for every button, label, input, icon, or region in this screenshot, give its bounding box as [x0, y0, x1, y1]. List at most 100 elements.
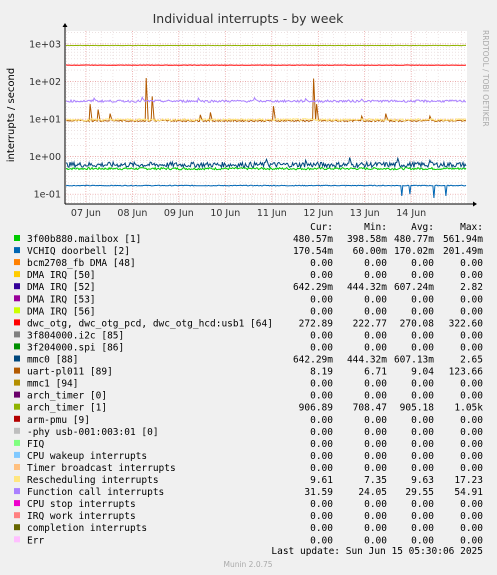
- legend-swatch: [14, 524, 20, 531]
- legend-swatch: [14, 536, 20, 543]
- legend-value: 480.77m: [394, 234, 434, 245]
- x-tick-label: 13 Jun: [350, 208, 380, 219]
- legend-value: 0.00: [310, 306, 333, 317]
- legend-swatch: [14, 367, 20, 374]
- legend-value: 0.00: [460, 523, 483, 534]
- legend-value: 0.00: [310, 391, 333, 402]
- legend-series-name: FIQ: [27, 439, 44, 450]
- legend-value: 906.89: [299, 403, 334, 414]
- legend-value: 0.00: [310, 535, 333, 546]
- legend-value: 0.00: [411, 499, 434, 510]
- x-tick-label: 08 Jun: [117, 208, 147, 219]
- legend-value: 0.00: [460, 342, 483, 353]
- legend-column-header: Avg:: [411, 222, 434, 233]
- legend-value: 0.00: [310, 330, 333, 341]
- legend-value: 60.00m: [353, 246, 388, 257]
- legend-value: 0.00: [411, 294, 434, 305]
- legend-swatch: [14, 259, 20, 266]
- legend-value: 0.00: [364, 306, 387, 317]
- last-update: Last update: Sun Jun 15 05:30:06 2025: [271, 546, 483, 557]
- legend-series-name: 3f804000.i2c [85]: [27, 330, 124, 341]
- legend-value: 480.57m: [293, 234, 333, 245]
- legend-series-name: arch_timer [1]: [27, 403, 107, 414]
- legend-series-name: Function call interrupts: [27, 487, 164, 498]
- legend-value: 0.00: [310, 415, 333, 426]
- legend-value: 0.00: [411, 439, 434, 450]
- legend-value: 0.00: [460, 270, 483, 281]
- legend-value: 444.32m: [347, 355, 387, 366]
- legend-value: 398.58m: [347, 234, 387, 245]
- legend-series-name: uart-pl011 [89]: [27, 367, 113, 378]
- legend-series-name: 3f00b880.mailbox [1]: [27, 234, 141, 245]
- legend-value: 0.00: [411, 306, 434, 317]
- legend-value: 0.00: [310, 379, 333, 390]
- y-tick-label: 1e+03: [29, 39, 61, 50]
- legend-value: 0.00: [460, 294, 483, 305]
- legend-value: 0.00: [364, 499, 387, 510]
- legend-value: 0.00: [460, 415, 483, 426]
- chart: Individual interrupts - by week RRDTOOL …: [6, 11, 490, 569]
- legend-value: 607.24m: [394, 282, 434, 293]
- legend-value: 1.05k: [454, 403, 483, 414]
- legend-series-name: 3f204000.spi [86]: [27, 342, 124, 353]
- legend-value: 0.00: [460, 535, 483, 546]
- legend-value: 444.32m: [347, 282, 387, 293]
- legend-value: 0.00: [460, 379, 483, 390]
- legend-value: 0.00: [310, 499, 333, 510]
- legend-swatch: [14, 451, 20, 458]
- y-axis-arrow: [62, 23, 68, 27]
- legend-value: 0.00: [411, 342, 434, 353]
- legend-value: 561.94m: [443, 234, 483, 245]
- legend-value: 0.00: [460, 499, 483, 510]
- legend-value: 0.00: [460, 427, 483, 438]
- legend-series-name: completion interrupts: [27, 523, 147, 534]
- legend-value: 0.00: [460, 463, 483, 474]
- legend-value: 0.00: [411, 463, 434, 474]
- legend-column-header: Max:: [460, 222, 483, 233]
- plot-area: [65, 31, 467, 204]
- legend-series-name: DMA IRQ [53]: [27, 294, 96, 305]
- legend-series-name: arch_timer [0]: [27, 391, 107, 402]
- legend-value: 708.47: [353, 403, 387, 414]
- legend-series-name: DMA IRQ [56]: [27, 306, 96, 317]
- munin-version: Munin 2.0.75: [223, 560, 272, 569]
- legend-swatch: [14, 427, 20, 434]
- legend-value: 8.19: [310, 367, 333, 378]
- legend-value: 0.00: [364, 330, 387, 341]
- legend-value: 6.71: [364, 367, 387, 378]
- legend-swatch: [14, 319, 20, 326]
- legend-value: 201.49m: [443, 246, 483, 257]
- legend-value: 0.00: [411, 379, 434, 390]
- legend-value: 0.00: [460, 258, 483, 269]
- x-tick-label: 12 Jun: [303, 208, 333, 219]
- legend-series-name: VCHIQ doorbell [2]: [27, 246, 130, 257]
- legend-value: 272.89: [299, 318, 334, 329]
- legend-value: 0.00: [310, 294, 333, 305]
- legend-swatch: [14, 307, 20, 314]
- legend-value: 0.00: [364, 523, 387, 534]
- legend-series-name: Rescheduling interrupts: [27, 475, 159, 486]
- legend-value: 0.00: [310, 427, 333, 438]
- legend-value: 0.00: [411, 415, 434, 426]
- legend-value: 0.00: [460, 306, 483, 317]
- legend-series-name: Timer broadcast interrupts: [27, 463, 176, 474]
- y-tick-label: 1e+00: [29, 152, 61, 163]
- legend-value: 123.66: [449, 367, 484, 378]
- legend-value: 9.61: [310, 475, 333, 486]
- legend-series-name: mmc0 [88]: [27, 355, 78, 366]
- legend-swatch: [14, 379, 20, 386]
- legend-value: 0.00: [364, 258, 387, 269]
- y-tick-label: 1e-01: [34, 190, 61, 201]
- legend-value: 0.00: [310, 511, 333, 522]
- legend-value: 0.00: [310, 258, 333, 269]
- y-tick-label: 1e+01: [29, 115, 61, 126]
- legend-value: 29.55: [405, 487, 434, 498]
- legend-value: 0.00: [310, 463, 333, 474]
- legend-value: 0.00: [364, 270, 387, 281]
- legend-value: 0.00: [411, 330, 434, 341]
- x-tick-label: 10 Jun: [210, 208, 240, 219]
- legend-value: 0.00: [364, 379, 387, 390]
- legend-series-name: DMA IRQ [50]: [27, 270, 96, 281]
- legend-value: 0.00: [411, 523, 434, 534]
- legend-value: 0.00: [411, 451, 434, 462]
